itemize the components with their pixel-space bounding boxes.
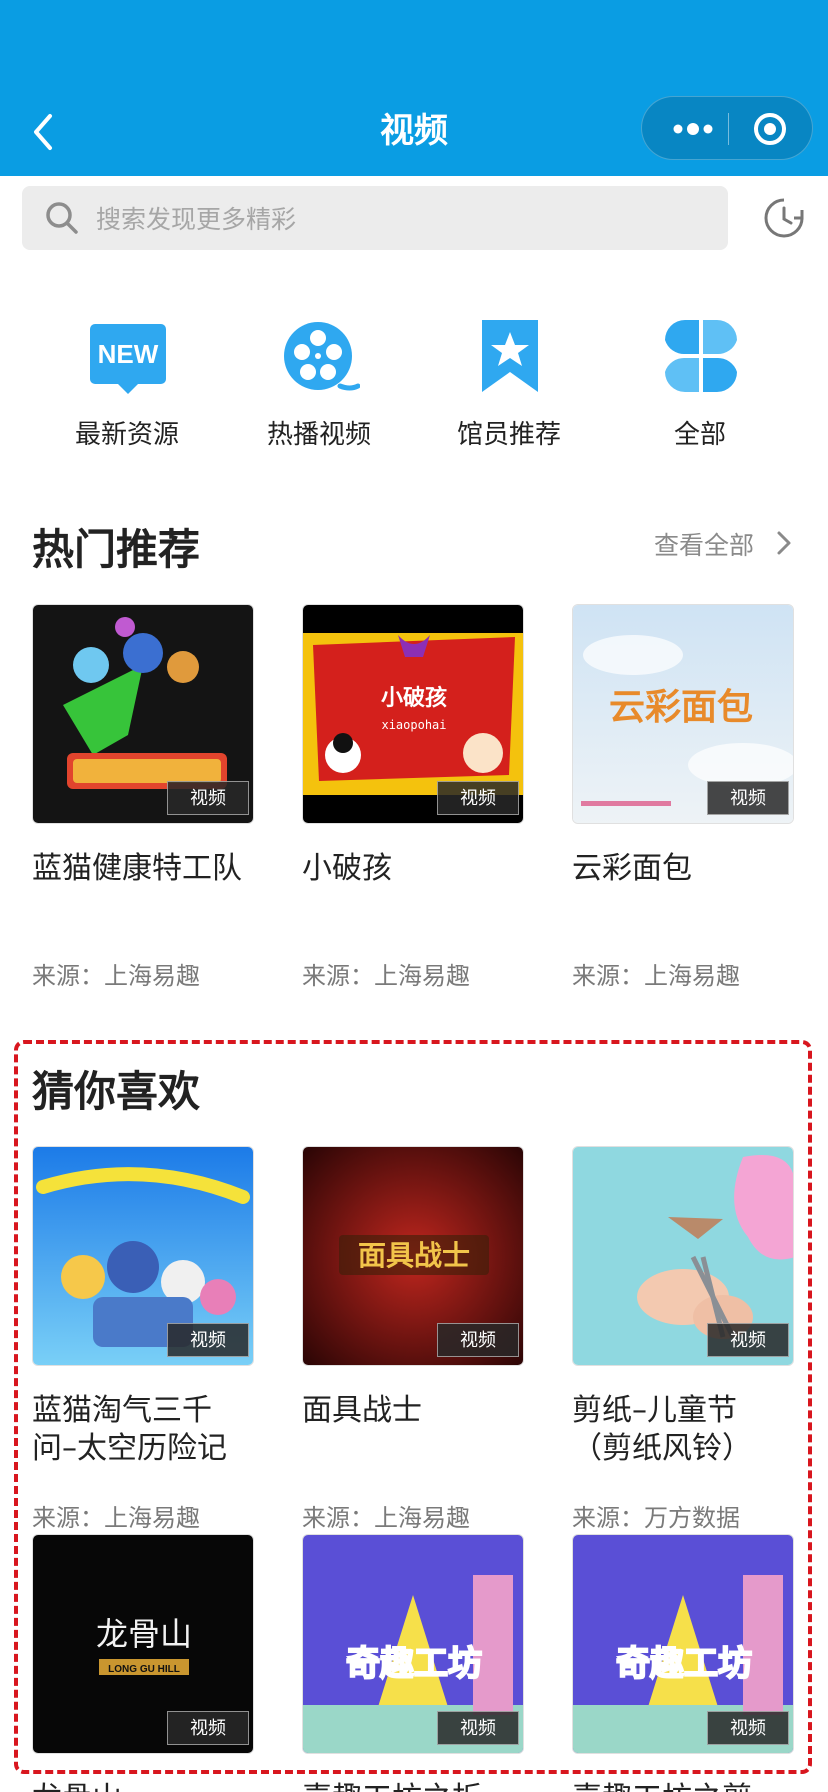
category-librarian-picks[interactable]: 馆员推荐 bbox=[414, 316, 604, 456]
svg-text:LONG GU HILL: LONG GU HILL bbox=[108, 1664, 180, 1675]
video-title: 喜趣工坊之折 bbox=[302, 1780, 524, 1792]
video-badge: 视频 bbox=[437, 781, 519, 815]
menu-capsule bbox=[641, 96, 813, 160]
video-source: 来源：万方数据 bbox=[572, 1504, 740, 1532]
capsule-divider bbox=[728, 113, 729, 145]
video-title: 蓝猫健康特工队 bbox=[32, 851, 242, 886]
video-source: 来源：上海易趣 bbox=[572, 962, 740, 990]
video-title: 云彩面包 bbox=[572, 851, 692, 886]
video-title: 喜趣工坊之剪 bbox=[572, 1780, 794, 1792]
category-all[interactable]: 全部 bbox=[605, 316, 795, 456]
video-title: 蓝猫淘气三千问–太空历险记 bbox=[32, 1393, 227, 1466]
category-latest[interactable]: NEW 最新资源 bbox=[32, 316, 222, 456]
video-source: 来源：上海易趣 bbox=[32, 962, 200, 990]
more-dots-icon bbox=[673, 123, 713, 135]
hot-section-title: 热门推荐 bbox=[32, 525, 201, 574]
more-button[interactable] bbox=[664, 97, 720, 161]
clock-history-icon bbox=[764, 198, 804, 238]
video-badge: 视频 bbox=[437, 1711, 519, 1745]
svg-text:龙骨山: 龙骨山 bbox=[96, 1615, 192, 1653]
video-title: 面具战士 bbox=[302, 1393, 422, 1428]
new-badge-icon: NEW bbox=[90, 324, 166, 394]
video-title: 剪纸–儿童节（剪纸风铃） bbox=[572, 1393, 752, 1466]
film-reel-icon bbox=[284, 322, 360, 391]
video-thumbnail: 面具战士 视频 bbox=[302, 1146, 524, 1366]
search-icon bbox=[46, 202, 78, 234]
video-source: 来源：上海易趣 bbox=[302, 1504, 470, 1532]
video-badge: 视频 bbox=[707, 1323, 789, 1357]
target-circle-icon bbox=[754, 113, 786, 145]
search-placeholder: 搜索发现更多精彩 bbox=[96, 205, 297, 234]
search-input[interactable]: 搜索发现更多精彩 bbox=[22, 186, 728, 250]
navigation-bar: 视频 bbox=[0, 0, 828, 176]
svg-text:云彩面包: 云彩面包 bbox=[609, 687, 753, 728]
video-thumbnail: 奇趣工坊 视频 bbox=[572, 1534, 794, 1754]
video-source: 来源：上海易趣 bbox=[32, 1504, 200, 1532]
video-thumbnail: 视频 bbox=[32, 1146, 254, 1366]
video-thumbnail: 小破孩 xiaopohai 视频 bbox=[302, 604, 524, 824]
category-hot-videos[interactable]: 热播视频 bbox=[224, 316, 414, 456]
video-thumbnail: 云彩面包 视频 bbox=[572, 604, 794, 824]
video-thumbnail: 视频 bbox=[572, 1146, 794, 1366]
see-all-link[interactable]: 查看全部 bbox=[654, 526, 754, 562]
history-button[interactable] bbox=[762, 196, 806, 240]
close-miniprogram-button[interactable] bbox=[742, 97, 798, 161]
guess-section-title: 猜你喜欢 bbox=[32, 1067, 201, 1116]
svg-text:NEW: NEW bbox=[98, 339, 159, 369]
video-title: 龙骨山 bbox=[32, 1780, 254, 1792]
video-badge: 视频 bbox=[167, 1711, 249, 1745]
video-source: 来源：上海易趣 bbox=[302, 962, 470, 990]
video-badge: 视频 bbox=[167, 781, 249, 815]
video-badge: 视频 bbox=[707, 1711, 789, 1745]
video-thumbnail: 视频 bbox=[32, 604, 254, 824]
video-title: 小破孩 bbox=[302, 851, 392, 886]
video-badge: 视频 bbox=[707, 781, 789, 815]
grid-petals-icon bbox=[665, 320, 737, 392]
video-badge: 视频 bbox=[437, 1323, 519, 1357]
video-thumbnail: 龙骨山 LONG GU HILL 视频 bbox=[32, 1534, 254, 1754]
svg-text:面具战士: 面具战士 bbox=[358, 1239, 470, 1272]
svg-text:奇趣工坊: 奇趣工坊 bbox=[616, 1644, 752, 1684]
chevron-right-icon[interactable] bbox=[776, 530, 792, 556]
video-thumbnail: 奇趣工坊 视频 bbox=[302, 1534, 524, 1754]
svg-text:xiaopohai: xiaopohai bbox=[381, 718, 446, 732]
svg-text:奇趣工坊: 奇趣工坊 bbox=[346, 1644, 482, 1684]
star-bookmark-icon bbox=[482, 320, 538, 392]
svg-text:小破孩: 小破孩 bbox=[381, 685, 447, 711]
video-badge: 视频 bbox=[167, 1323, 249, 1357]
